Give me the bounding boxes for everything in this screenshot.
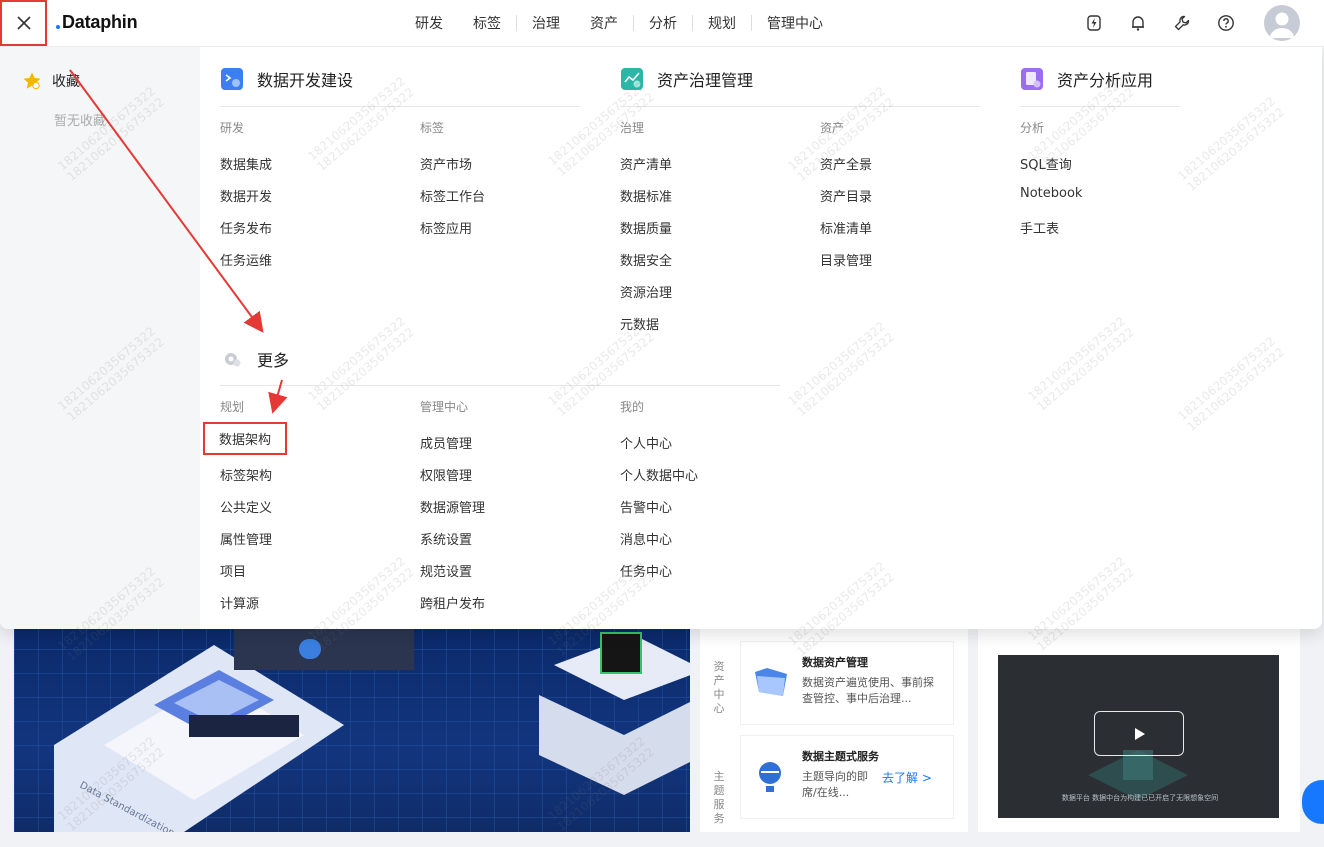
menu-item-data-security[interactable]: 数据安全 (620, 250, 672, 269)
menu-item-permission-management[interactable]: 权限管理 (420, 465, 472, 484)
play-button[interactable] (1094, 711, 1184, 756)
side-label-asset: 资产中心 (713, 660, 725, 715)
menu-item-personal-center[interactable]: 个人中心 (620, 433, 672, 452)
menu-item-public-definition[interactable]: 公共定义 (220, 497, 272, 516)
section-more-header: 更多 (221, 347, 289, 371)
menu-item-task-publish[interactable]: 任务发布 (220, 218, 272, 237)
menu-item-task-center[interactable]: 任务中心 (620, 561, 672, 580)
menu-item-metadata[interactable]: 元数据 (620, 314, 659, 333)
menu-item-data-quality[interactable]: 数据质量 (620, 218, 672, 237)
menu-item-asset-panorama[interactable]: 资产全景 (820, 154, 872, 173)
play-icon (1135, 727, 1145, 740)
menu-item-sql-query[interactable]: SQL查询 (1020, 154, 1072, 173)
bell-icon[interactable] (1126, 11, 1150, 35)
menu-item-data-architecture[interactable]: 数据架构 (203, 422, 288, 455)
menu-item-message-center[interactable]: 消息中心 (620, 529, 672, 548)
dev-terminal-icon (221, 68, 243, 90)
hero-banner: Data Standardization (14, 625, 690, 832)
section-gov-header: 资产治理管理 (621, 67, 753, 91)
group-title-admin: 管理中心 (420, 400, 469, 414)
favorites-header[interactable]: 收藏 (22, 71, 80, 91)
menu-item-attribute-management[interactable]: 属性管理 (220, 529, 272, 548)
divider (220, 106, 580, 107)
group-title-tag: 标签 (420, 121, 445, 135)
favorites-label: 收藏 (52, 74, 80, 90)
menu-item-tag-architecture[interactable]: 标签架构 (220, 465, 272, 484)
section-more-title: 更多 (257, 351, 290, 370)
nav-item-governance[interactable]: 治理 (517, 13, 575, 33)
balloon-icon (759, 762, 781, 792)
nav-item-admin[interactable]: 管理中心 (752, 13, 838, 33)
favorites-panel: 收藏 暂无收藏 (0, 47, 200, 629)
section-dev-header: 数据开发建设 (221, 67, 353, 91)
menu-item-project[interactable]: 项目 (220, 561, 246, 580)
menu-item-standard-list[interactable]: 标准清单 (820, 218, 872, 237)
menu-item-notebook[interactable]: Notebook (1020, 186, 1082, 201)
group-title-dev: 研发 (220, 121, 245, 135)
menu-item-data-dev[interactable]: 数据开发 (220, 186, 272, 205)
video-caption: 数据平台 数据中台为构建已已开启了无限想象空间 (1061, 794, 1219, 802)
wrench-icon[interactable] (1170, 11, 1194, 35)
nav-item-tag[interactable]: 标签 (458, 13, 516, 33)
folder-icon (755, 668, 787, 696)
menu-item-member-management[interactable]: 成员管理 (420, 433, 472, 452)
section-gov-title: 资产治理管理 (657, 71, 754, 90)
bolt-icon[interactable] (1082, 11, 1106, 35)
group-title-mine: 我的 (620, 400, 645, 414)
more-gear-icon (225, 353, 241, 367)
divider (1020, 106, 1180, 107)
analysis-document-icon (1021, 68, 1043, 90)
group-title-asset: 资产 (820, 121, 845, 135)
menu-item-manual-table[interactable]: 手工表 (1020, 218, 1059, 237)
learn-more-link[interactable]: 去了解 > (882, 769, 932, 786)
menu-item-tag-workbench[interactable]: 标签工作台 (420, 186, 485, 205)
menu-item-task-ops[interactable]: 任务运维 (220, 250, 272, 269)
menu-item-data-integration[interactable]: 数据集成 (220, 154, 272, 173)
side-label-topic: 主题服务 (713, 770, 725, 825)
menu-item-norm-settings[interactable]: 规范设置 (420, 561, 472, 580)
app-logo[interactable]: Dataphin (56, 12, 138, 33)
group-title-governance: 治理 (620, 121, 645, 135)
menu-item-catalog-management[interactable]: 目录管理 (820, 250, 872, 269)
top-bar: Dataphin 研发 标签 治理 资产 分析 规划 管理中心 (0, 0, 1324, 47)
section-ana-header: 资产分析应用 (1021, 67, 1153, 91)
divider (220, 385, 780, 386)
service-card-asset[interactable]: 数据资产管理 数据资产遍览使用、事前探查管控、事中后治理... (740, 641, 954, 725)
favorites-empty-text: 暂无收藏 (54, 114, 107, 129)
top-icons (1082, 5, 1300, 41)
menu-item-data-standard[interactable]: 数据标准 (620, 186, 672, 205)
nav-item-plan[interactable]: 规划 (693, 13, 751, 33)
menu-item-asset-list[interactable]: 资产清单 (620, 154, 672, 173)
group-title-plan: 规划 (220, 400, 245, 414)
menu-item-cross-tenant-publish[interactable]: 跨租户发布 (420, 593, 485, 612)
menu-item-datasource-management[interactable]: 数据源管理 (420, 497, 485, 516)
avatar[interactable] (1264, 5, 1300, 41)
section-ana-title: 资产分析应用 (1057, 71, 1154, 90)
menu-item-personal-data-center[interactable]: 个人数据中心 (620, 465, 698, 484)
menu-item-asset-catalog[interactable]: 资产目录 (820, 186, 872, 205)
top-nav: 研发 标签 治理 资产 分析 规划 管理中心 (400, 0, 838, 46)
service-card-title: 数据资产管理 (802, 656, 868, 669)
mega-menu: 收藏 暂无收藏 数据开发建设 研发 数据集成 数据开发 任务发布 任务运维 标签… (0, 47, 1322, 629)
menu-item-asset-market[interactable]: 资产市场 (420, 154, 472, 173)
section-dev-title: 数据开发建设 (257, 71, 354, 90)
close-icon (16, 16, 31, 30)
menu-item-system-settings[interactable]: 系统设置 (420, 529, 472, 548)
service-card-desc: 数据资产遍览使用、事前探查管控、事中后治理... (802, 676, 934, 705)
menu-item-resource-governance[interactable]: 资源治理 (620, 282, 672, 301)
service-card-desc: 主题导向的即席/在线... (802, 770, 868, 799)
governance-chart-icon (621, 68, 643, 90)
group-title-analysis: 分析 (1020, 121, 1045, 135)
nav-item-dev[interactable]: 研发 (400, 13, 458, 33)
menu-item-tag-app[interactable]: 标签应用 (420, 218, 472, 237)
close-menu-button[interactable] (0, 0, 47, 46)
star-icon (23, 72, 41, 90)
menu-item-alert-center[interactable]: 告警中心 (620, 497, 672, 516)
divider (620, 106, 980, 107)
nav-item-asset[interactable]: 资产 (575, 13, 633, 33)
help-icon[interactable] (1214, 11, 1238, 35)
menu-item-compute-source[interactable]: 计算源 (220, 593, 259, 612)
service-card-title: 数据主题式服务 (802, 750, 879, 763)
nav-item-analysis[interactable]: 分析 (634, 13, 692, 33)
